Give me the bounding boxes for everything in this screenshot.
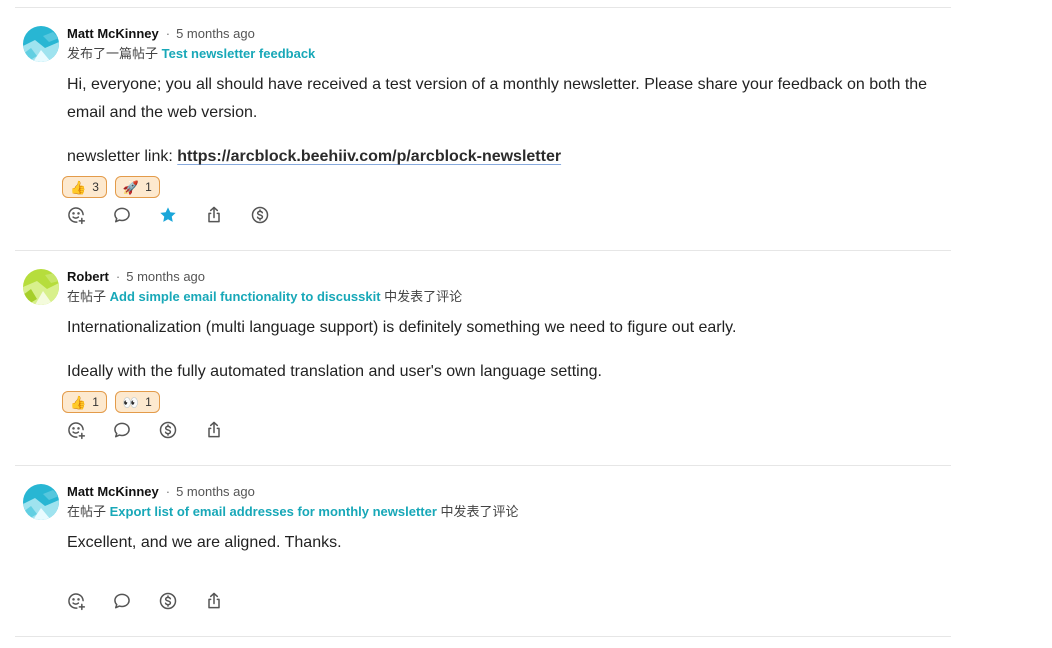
timestamp: 5 months ago	[176, 484, 255, 499]
reaction-count: 3	[92, 180, 99, 194]
reaction-count: 1	[92, 395, 99, 409]
timestamp: 5 months ago	[176, 26, 255, 41]
post-context: 在帖子 Add simple email functionality to di…	[67, 288, 462, 306]
newsletter-link[interactable]: https://arcblock.beehiiv.com/p/arcblock-…	[177, 148, 561, 165]
divider	[15, 7, 951, 8]
share-icon[interactable]	[204, 591, 224, 611]
tip-dollar-icon[interactable]	[158, 420, 178, 440]
post-context: 发布了一篇帖子 Test newsletter feedback	[67, 45, 315, 63]
reaction-eyes[interactable]: 👀 1	[114, 391, 160, 413]
timestamp: 5 months ago	[126, 269, 206, 284]
post-body: Internationalization (multi language sup…	[67, 314, 937, 386]
avatar[interactable]	[23, 484, 59, 520]
post-header: Matt McKinney · 5 months ago	[67, 483, 255, 501]
body-paragraph: Ideally with the fully automated transla…	[67, 363, 602, 380]
author-name[interactable]: Matt McKinney	[67, 484, 159, 499]
avatar[interactable]	[23, 269, 59, 305]
reactions: 👍 1 👀 1	[62, 391, 160, 413]
share-icon[interactable]	[204, 205, 224, 225]
body-paragraph: Hi, everyone; you all should have receiv…	[67, 76, 928, 121]
tip-dollar-icon[interactable]	[158, 591, 178, 611]
share-icon[interactable]	[204, 420, 224, 440]
context-prefix: 发布了一篇帖子	[67, 46, 159, 61]
post-header: Matt McKinney · 5 months ago	[67, 25, 255, 43]
star-icon[interactable]	[158, 205, 178, 225]
avatar[interactable]	[23, 26, 59, 62]
reaction-rocket[interactable]: 🚀 1	[114, 176, 160, 198]
action-bar	[66, 205, 270, 225]
body-paragraph: Excellent, and we are aligned. Thanks.	[67, 534, 342, 551]
link-label: newsletter link:	[67, 148, 178, 165]
divider	[15, 465, 951, 466]
comment-icon[interactable]	[112, 205, 132, 225]
post-context: 在帖子 Export list of email addresses for m…	[67, 503, 519, 521]
eyes-emoji: 👀	[122, 394, 140, 410]
separator-dot: ·	[165, 26, 171, 41]
action-bar	[66, 591, 224, 611]
separator-dot: ·	[115, 269, 121, 284]
reaction-count: 1	[145, 180, 152, 194]
reaction-thumbs-up[interactable]: 👍 3	[62, 176, 107, 198]
body-paragraph: newsletter link: https://arcblock.beehii…	[67, 143, 937, 171]
action-bar	[66, 420, 224, 440]
reactions: 👍 3 🚀 1	[62, 176, 160, 198]
thumbs-up-emoji: 👍	[70, 394, 87, 410]
body-paragraph: Internationalization (multi language sup…	[67, 319, 737, 336]
post-body: Excellent, and we are aligned. Thanks.	[67, 529, 937, 557]
tip-dollar-icon[interactable]	[250, 205, 270, 225]
post-header: Robert · 5 months ago	[67, 268, 205, 286]
comment-icon[interactable]	[112, 420, 132, 440]
reaction-count: 1	[145, 395, 152, 409]
post-title-link[interactable]: Add simple email functionality to discus…	[110, 289, 381, 304]
separator-dot: ·	[165, 484, 171, 499]
add-reaction-icon[interactable]	[66, 420, 86, 440]
thumbs-up-emoji: 👍	[70, 179, 87, 195]
post-title-link[interactable]: Test newsletter feedback	[162, 46, 316, 61]
post-title-link[interactable]: Export list of email addresses for month…	[110, 504, 437, 519]
author-name[interactable]: Robert	[67, 269, 109, 284]
context-suffix: 中发表了评论	[440, 504, 519, 519]
comment-icon[interactable]	[112, 591, 132, 611]
context-suffix: 中发表了评论	[384, 289, 463, 304]
rocket-emoji: 🚀	[122, 179, 140, 195]
reaction-thumbs-up[interactable]: 👍 1	[62, 391, 107, 413]
divider	[15, 250, 951, 251]
context-prefix: 在帖子	[67, 289, 107, 304]
add-reaction-icon[interactable]	[66, 205, 86, 225]
author-name[interactable]: Matt McKinney	[67, 26, 159, 41]
divider	[15, 636, 951, 637]
add-reaction-icon[interactable]	[66, 591, 86, 611]
post-body: Hi, everyone; you all should have receiv…	[67, 71, 937, 171]
context-prefix: 在帖子	[67, 504, 107, 519]
